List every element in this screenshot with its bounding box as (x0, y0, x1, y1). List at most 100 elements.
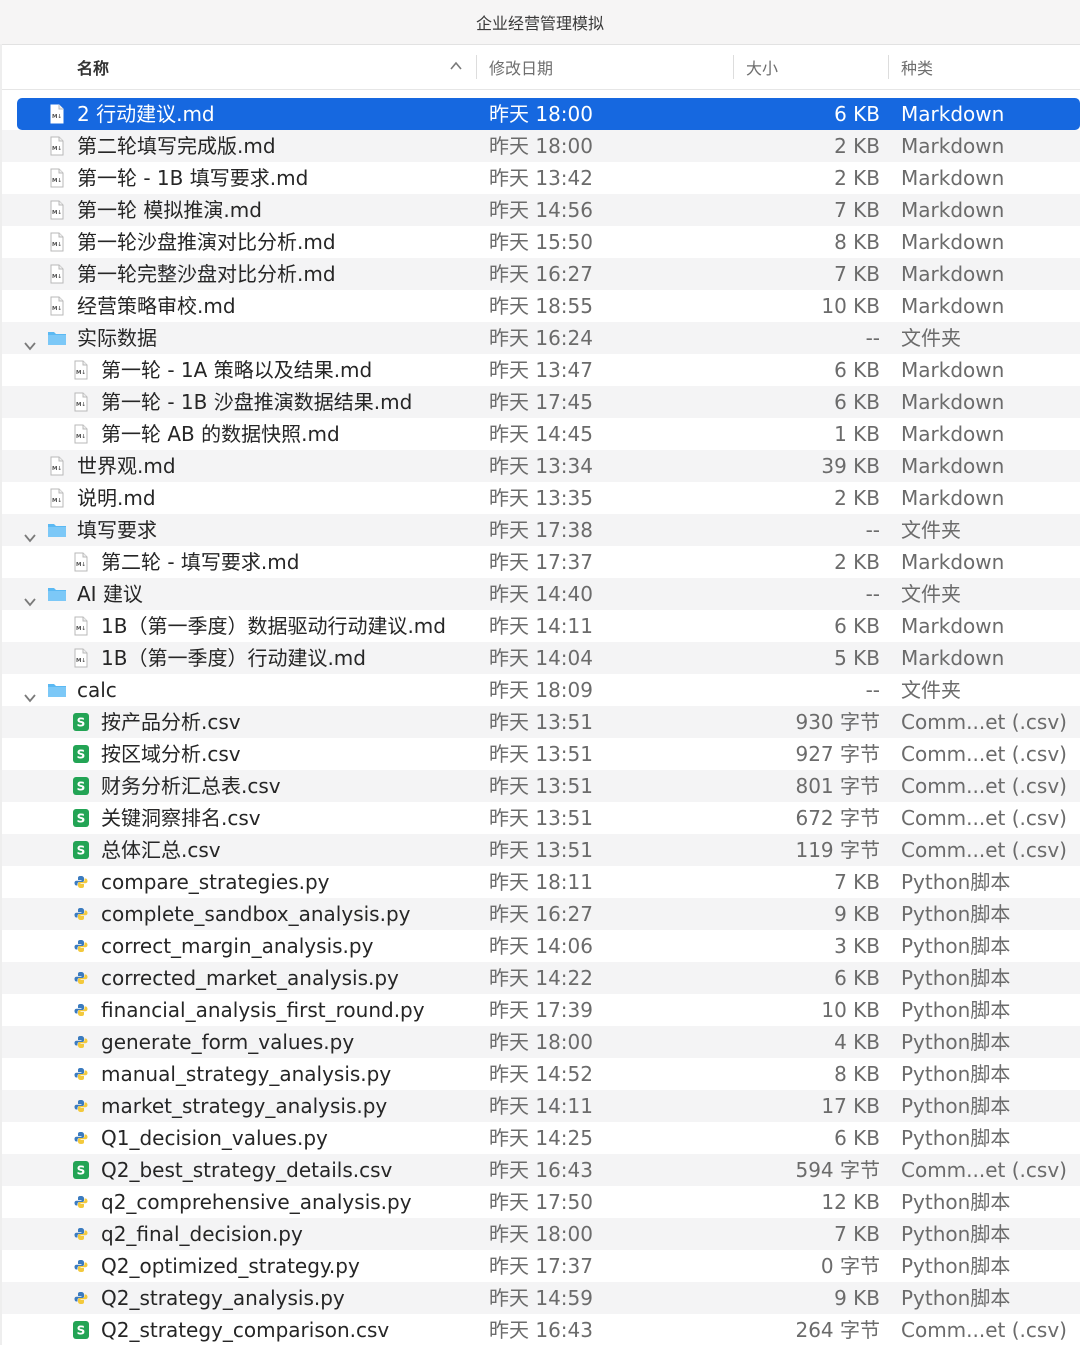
file-date: 昨天 13:34 (489, 454, 593, 478)
folder-row[interactable]: calc 昨天 18:09 -- 文件夹 (0, 674, 1080, 706)
file-date: 昨天 18:09 (489, 678, 593, 702)
svg-text:M↓: M↓ (76, 625, 86, 632)
column-header-name[interactable]: 名称 (77, 45, 475, 89)
folder-row[interactable]: 实际数据 昨天 16:24 -- 文件夹 (0, 322, 1080, 354)
python-file-icon (74, 1068, 88, 1080)
file-row[interactable]: S 按产品分析.csv 昨天 13:51 930 字节 Comm...et (.csv) (0, 706, 1080, 738)
folder-row[interactable]: 填写要求 昨天 17:38 -- 文件夹 (0, 514, 1080, 546)
file-row[interactable]: S 按区域分析.csv 昨天 13:51 927 字节 Comm...et (.csv) (0, 738, 1080, 770)
file-row[interactable]: S Q2_strategy_comparison.csv 昨天 16:43 264 字… (0, 1314, 1080, 1346)
file-row[interactable]: q2_final_decision.py 昨天 18:00 7 KB Python脚本 (0, 1218, 1080, 1250)
folder-icon (48, 588, 66, 601)
file-row[interactable]: M↓ 第一轮 - 1A 策略以及结果.md 昨天 13:47 6 KB Markdown (0, 354, 1080, 386)
file-row[interactable]: M↓ 第一轮 AB 的数据快照.md 昨天 14:45 1 KB Markdown (0, 418, 1080, 450)
file-name: 说明.md (77, 486, 156, 510)
file-row[interactable]: financial_analysis_first_round.py 昨天 17:3… (0, 994, 1080, 1026)
markdown-file-icon: M↓ (74, 648, 88, 668)
file-kind: Markdown (901, 166, 1005, 190)
file-row[interactable]: Q2_optimized_strategy.py 昨天 17:37 0 字节 Pyth… (0, 1250, 1080, 1282)
file-row[interactable]: M↓ 说明.md 昨天 13:35 2 KB Markdown (0, 482, 1080, 514)
file-name: AI 建议 (77, 582, 143, 606)
file-row[interactable]: M↓ 第二轮填写完成版.md 昨天 18:00 2 KB Markdown (0, 130, 1080, 162)
file-row[interactable]: M↓ 第一轮沙盘推演对比分析.md 昨天 15:50 8 KB Markdown (0, 226, 1080, 258)
column-separator[interactable] (733, 55, 734, 79)
file-size: 7 KB (834, 198, 880, 222)
file-row[interactable]: M↓ 第一轮 - 1B 沙盘推演数据结果.md 昨天 17:45 6 KB Markdo… (0, 386, 1080, 418)
file-row[interactable]: M↓ 世界观.md 昨天 13:34 39 KB Markdown (0, 450, 1080, 482)
file-kind: Markdown (901, 454, 1005, 478)
file-size: 6 KB (834, 390, 880, 414)
file-row[interactable]: M↓ 1B（第一季度）行动建议.md 昨天 14:04 5 KB Markdown (0, 642, 1080, 674)
file-row[interactable]: S 财务分析汇总表.csv 昨天 13:51 801 字节 Comm...et (.cs… (0, 770, 1080, 802)
file-row[interactable]: complete_sandbox_analysis.py 昨天 16:27 9 KB… (0, 898, 1080, 930)
svg-text:S: S (77, 780, 86, 794)
file-size: 8 KB (834, 1062, 880, 1086)
file-row[interactable]: M↓ 第二轮 - 填写要求.md 昨天 17:37 2 KB Markdown (0, 546, 1080, 578)
file-size: 7 KB (834, 1222, 880, 1246)
file-name: Q1_decision_values.py (101, 1126, 328, 1150)
file-row[interactable]: corrected_market_analysis.py 昨天 14:22 6 KB… (0, 962, 1080, 994)
file-row[interactable]: generate_form_values.py 昨天 18:00 4 KB Pytho… (0, 1026, 1080, 1058)
file-kind: Markdown (901, 422, 1005, 446)
file-date: 昨天 13:51 (489, 838, 593, 862)
file-kind: Comm...et (.csv) (901, 774, 1067, 798)
file-size: 6 KB (834, 966, 880, 990)
file-name: 关键洞察排名.csv (101, 806, 261, 830)
folder-row[interactable]: AI 建议 昨天 14:40 -- 文件夹 (0, 578, 1080, 610)
file-size: 10 KB (821, 998, 880, 1022)
file-kind: Comm...et (.csv) (901, 1318, 1067, 1342)
file-row[interactable]: M↓ 1B（第一季度）数据驱动行动建议.md 昨天 14:11 6 KB Markdow… (0, 610, 1080, 642)
file-row[interactable]: compare_strategies.py 昨天 18:11 7 KB Python脚… (0, 866, 1080, 898)
column-header-size[interactable]: 大小 (746, 45, 778, 89)
file-date: 昨天 17:50 (489, 1190, 593, 1214)
column-header-date[interactable]: 修改日期 (489, 45, 553, 89)
file-name: Q2_best_strategy_details.csv (101, 1158, 393, 1182)
file-row[interactable]: manual_strategy_analysis.py 昨天 14:52 8 KB P… (0, 1058, 1080, 1090)
file-date: 昨天 18:00 (489, 1030, 593, 1054)
svg-text:M↓: M↓ (76, 561, 86, 568)
python-file-icon (74, 1132, 88, 1144)
column-separator[interactable] (888, 55, 889, 79)
column-header-kind[interactable]: 种类 (901, 45, 933, 89)
file-name: Q2_strategy_analysis.py (101, 1286, 345, 1310)
file-name: corrected_market_analysis.py (101, 966, 399, 990)
file-row[interactable]: S 关键洞察排名.csv 昨天 13:51 672 字节 Comm...et (.csv… (0, 802, 1080, 834)
file-row[interactable]: Q1_decision_values.py 昨天 14:25 6 KB Python脚… (0, 1122, 1080, 1154)
markdown-file-icon: M↓ (50, 264, 64, 284)
file-date: 昨天 13:51 (489, 774, 593, 798)
file-row[interactable]: q2_comprehensive_analysis.py 昨天 17:50 12 K… (0, 1186, 1080, 1218)
file-kind: Comm...et (.csv) (901, 710, 1067, 734)
file-row[interactable]: S Q2_best_strategy_details.csv 昨天 16:43 594… (0, 1154, 1080, 1186)
file-row[interactable]: S 总体汇总.csv 昨天 13:51 119 字节 Comm...et (.csv) (0, 834, 1080, 866)
file-row[interactable]: M↓ 第一轮 模拟推演.md 昨天 14:56 7 KB Markdown (0, 194, 1080, 226)
file-size: 10 KB (821, 294, 880, 318)
file-row[interactable]: M↓ 第一轮完整沙盘对比分析.md 昨天 16:27 7 KB Markdown (0, 258, 1080, 290)
file-name: 第一轮 AB 的数据快照.md (101, 422, 340, 446)
window-edge (0, 44, 2, 1345)
file-kind: Python脚本 (901, 1254, 1011, 1278)
file-date: 昨天 14:11 (489, 1094, 593, 1118)
file-kind: Python脚本 (901, 1126, 1011, 1150)
file-size: 9 KB (834, 902, 880, 926)
file-row[interactable]: market_strategy_analysis.py 昨天 14:11 17 KB… (0, 1090, 1080, 1122)
file-row[interactable]: correct_margin_analysis.py 昨天 14:06 3 KB Py… (0, 930, 1080, 962)
svg-text:S: S (77, 844, 86, 858)
file-size: 6 KB (834, 358, 880, 382)
file-size: 672 字节 (795, 806, 880, 830)
file-row[interactable]: M↓ 经营策略审校.md 昨天 18:55 10 KB Markdown (0, 290, 1080, 322)
file-name: 总体汇总.csv (101, 838, 221, 862)
column-separator[interactable] (476, 55, 477, 79)
file-name: compare_strategies.py (101, 870, 330, 894)
file-row[interactable]: M↓ 第一轮 - 1B 填写要求.md 昨天 13:42 2 KB Markdown (0, 162, 1080, 194)
file-row[interactable]: Q2_strategy_analysis.py 昨天 14:59 9 KB Pytho… (0, 1282, 1080, 1314)
file-date: 昨天 16:43 (489, 1318, 593, 1342)
python-file-icon (74, 908, 88, 920)
file-row[interactable]: M↓ 2 行动建议.md 昨天 18:00 6 KB Markdown (17, 98, 1080, 130)
python-file-icon (74, 1100, 88, 1112)
file-date: 昨天 15:50 (489, 230, 593, 254)
file-size: 1 KB (834, 422, 880, 446)
file-kind: Python脚本 (901, 1190, 1011, 1214)
file-date: 昨天 14:45 (489, 422, 593, 446)
sort-ascending-icon[interactable] (449, 59, 463, 73)
file-size: 7 KB (834, 262, 880, 286)
